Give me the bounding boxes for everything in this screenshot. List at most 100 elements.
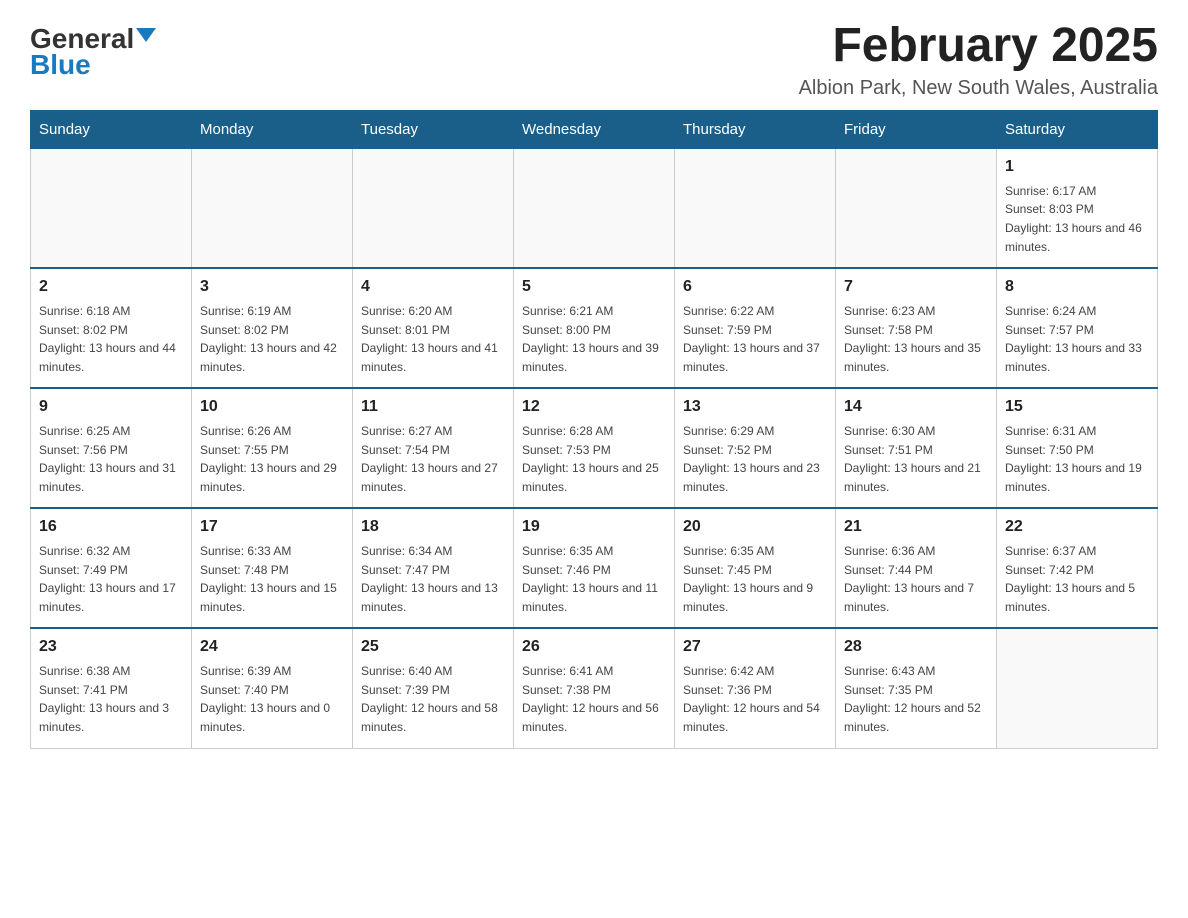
table-row: 28 Sunrise: 6:43 AMSunset: 7:35 PMDayligh… (836, 628, 997, 748)
day-info: Sunrise: 6:19 AMSunset: 8:02 PMDaylight:… (200, 302, 344, 376)
header-thursday: Thursday (675, 110, 836, 148)
logo-triangle-icon (136, 28, 156, 42)
location: Albion Park, New South Wales, Australia (799, 77, 1158, 100)
table-row (675, 148, 836, 268)
day-number: 23 (39, 635, 183, 659)
day-number: 1 (1005, 155, 1149, 179)
day-number: 26 (522, 635, 666, 659)
logo: General Blue (30, 20, 156, 81)
table-row: 14 Sunrise: 6:30 AMSunset: 7:51 PMDayligh… (836, 388, 997, 508)
table-row: 1Sunrise: 6:17 AMSunset: 8:03 PMDaylight… (997, 148, 1158, 268)
day-number: 20 (683, 515, 827, 539)
table-row: 2 Sunrise: 6:18 AMSunset: 8:02 PMDaylight… (31, 268, 192, 388)
table-row: 12 Sunrise: 6:28 AMSunset: 7:53 PMDayligh… (514, 388, 675, 508)
day-number: 28 (844, 635, 988, 659)
calendar-week-row: 1Sunrise: 6:17 AMSunset: 8:03 PMDaylight… (31, 148, 1158, 268)
day-number: 17 (200, 515, 344, 539)
table-row: 4 Sunrise: 6:20 AMSunset: 8:01 PMDaylight… (353, 268, 514, 388)
page-header: General Blue February 2025 Albion Park, … (30, 20, 1158, 100)
day-info: Sunrise: 6:38 AMSunset: 7:41 PMDaylight:… (39, 662, 183, 736)
day-number: 11 (361, 395, 505, 419)
day-info: Sunrise: 6:41 AMSunset: 7:38 PMDaylight:… (522, 662, 666, 736)
day-info: Sunrise: 6:28 AMSunset: 7:53 PMDaylight:… (522, 422, 666, 496)
header-friday: Friday (836, 110, 997, 148)
table-row: 10 Sunrise: 6:26 AMSunset: 7:55 PMDayligh… (192, 388, 353, 508)
day-info: Sunrise: 6:26 AMSunset: 7:55 PMDaylight:… (200, 422, 344, 496)
day-info: Sunrise: 6:27 AMSunset: 7:54 PMDaylight:… (361, 422, 505, 496)
table-row: 7Sunrise: 6:23 AMSunset: 7:58 PMDaylight… (836, 268, 997, 388)
day-info: Sunrise: 6:40 AMSunset: 7:39 PMDaylight:… (361, 662, 505, 736)
table-row: 16 Sunrise: 6:32 AMSunset: 7:49 PMDayligh… (31, 508, 192, 628)
day-info: Sunrise: 6:43 AMSunset: 7:35 PMDaylight:… (844, 662, 988, 736)
day-info: Sunrise: 6:37 AMSunset: 7:42 PMDaylight:… (1005, 542, 1149, 616)
day-info: Sunrise: 6:18 AMSunset: 8:02 PMDaylight:… (39, 302, 183, 376)
day-info: Sunrise: 6:42 AMSunset: 7:36 PMDaylight:… (683, 662, 827, 736)
day-number: 21 (844, 515, 988, 539)
table-row: 8 Sunrise: 6:24 AMSunset: 7:57 PMDaylight… (997, 268, 1158, 388)
day-info: Sunrise: 6:33 AMSunset: 7:48 PMDaylight:… (200, 542, 344, 616)
table-row: 15Sunrise: 6:31 AMSunset: 7:50 PMDayligh… (997, 388, 1158, 508)
table-row: 25 Sunrise: 6:40 AMSunset: 7:39 PMDayligh… (353, 628, 514, 748)
calendar-week-row: 2 Sunrise: 6:18 AMSunset: 8:02 PMDaylight… (31, 268, 1158, 388)
table-row: 5 Sunrise: 6:21 AMSunset: 8:00 PMDaylight… (514, 268, 675, 388)
day-number: 9 (39, 395, 183, 419)
day-number: 6 (683, 275, 827, 299)
table-row (31, 148, 192, 268)
table-row: 11 Sunrise: 6:27 AMSunset: 7:54 PMDayligh… (353, 388, 514, 508)
table-row: 27 Sunrise: 6:42 AMSunset: 7:36 PMDayligh… (675, 628, 836, 748)
table-row: 23 Sunrise: 6:38 AMSunset: 7:41 PMDayligh… (31, 628, 192, 748)
day-number: 3 (200, 275, 344, 299)
day-info: Sunrise: 6:32 AMSunset: 7:49 PMDaylight:… (39, 542, 183, 616)
day-info: Sunrise: 6:21 AMSunset: 8:00 PMDaylight:… (522, 302, 666, 376)
day-number: 14 (844, 395, 988, 419)
table-row (836, 148, 997, 268)
table-row: 3 Sunrise: 6:19 AMSunset: 8:02 PMDaylight… (192, 268, 353, 388)
day-number: 18 (361, 515, 505, 539)
table-row: 26 Sunrise: 6:41 AMSunset: 7:38 PMDayligh… (514, 628, 675, 748)
day-number: 25 (361, 635, 505, 659)
table-row: 18 Sunrise: 6:34 AMSunset: 7:47 PMDayligh… (353, 508, 514, 628)
day-number: 10 (200, 395, 344, 419)
calendar-week-row: 9Sunrise: 6:25 AMSunset: 7:56 PMDaylight… (31, 388, 1158, 508)
header-wednesday: Wednesday (514, 110, 675, 148)
header-tuesday: Tuesday (353, 110, 514, 148)
title-section: February 2025 Albion Park, New South Wal… (799, 20, 1158, 100)
calendar-header-row: Sunday Monday Tuesday Wednesday Thursday… (31, 110, 1158, 148)
day-number: 15 (1005, 395, 1149, 419)
table-row: 21 Sunrise: 6:36 AMSunset: 7:44 PMDayligh… (836, 508, 997, 628)
day-number: 24 (200, 635, 344, 659)
day-info: Sunrise: 6:30 AMSunset: 7:51 PMDaylight:… (844, 422, 988, 496)
day-number: 27 (683, 635, 827, 659)
header-saturday: Saturday (997, 110, 1158, 148)
day-info: Sunrise: 6:39 AMSunset: 7:40 PMDaylight:… (200, 662, 344, 736)
table-row: 6Sunrise: 6:22 AMSunset: 7:59 PMDaylight… (675, 268, 836, 388)
table-row: 22Sunrise: 6:37 AMSunset: 7:42 PMDayligh… (997, 508, 1158, 628)
table-row (514, 148, 675, 268)
logo-blue: Blue (30, 49, 91, 81)
day-info: Sunrise: 6:20 AMSunset: 8:01 PMDaylight:… (361, 302, 505, 376)
table-row: 20 Sunrise: 6:35 AMSunset: 7:45 PMDayligh… (675, 508, 836, 628)
day-info: Sunrise: 6:29 AMSunset: 7:52 PMDaylight:… (683, 422, 827, 496)
table-row (997, 628, 1158, 748)
day-info: Sunrise: 6:36 AMSunset: 7:44 PMDaylight:… (844, 542, 988, 616)
header-monday: Monday (192, 110, 353, 148)
table-row: 17 Sunrise: 6:33 AMSunset: 7:48 PMDayligh… (192, 508, 353, 628)
day-number: 7 (844, 275, 988, 299)
day-number: 16 (39, 515, 183, 539)
table-row: 24 Sunrise: 6:39 AMSunset: 7:40 PMDayligh… (192, 628, 353, 748)
day-number: 12 (522, 395, 666, 419)
table-row: 13 Sunrise: 6:29 AMSunset: 7:52 PMDayligh… (675, 388, 836, 508)
day-number: 2 (39, 275, 183, 299)
day-info: Sunrise: 6:24 AMSunset: 7:57 PMDaylight:… (1005, 302, 1149, 376)
day-info: Sunrise: 6:35 AMSunset: 7:46 PMDaylight:… (522, 542, 666, 616)
day-number: 13 (683, 395, 827, 419)
day-info: Sunrise: 6:34 AMSunset: 7:47 PMDaylight:… (361, 542, 505, 616)
day-number: 8 (1005, 275, 1149, 299)
calendar-week-row: 23 Sunrise: 6:38 AMSunset: 7:41 PMDayligh… (31, 628, 1158, 748)
day-number: 5 (522, 275, 666, 299)
day-info: Sunrise: 6:35 AMSunset: 7:45 PMDaylight:… (683, 542, 827, 616)
day-number: 4 (361, 275, 505, 299)
month-title: February 2025 (799, 20, 1158, 73)
table-row: 19Sunrise: 6:35 AMSunset: 7:46 PMDayligh… (514, 508, 675, 628)
header-sunday: Sunday (31, 110, 192, 148)
